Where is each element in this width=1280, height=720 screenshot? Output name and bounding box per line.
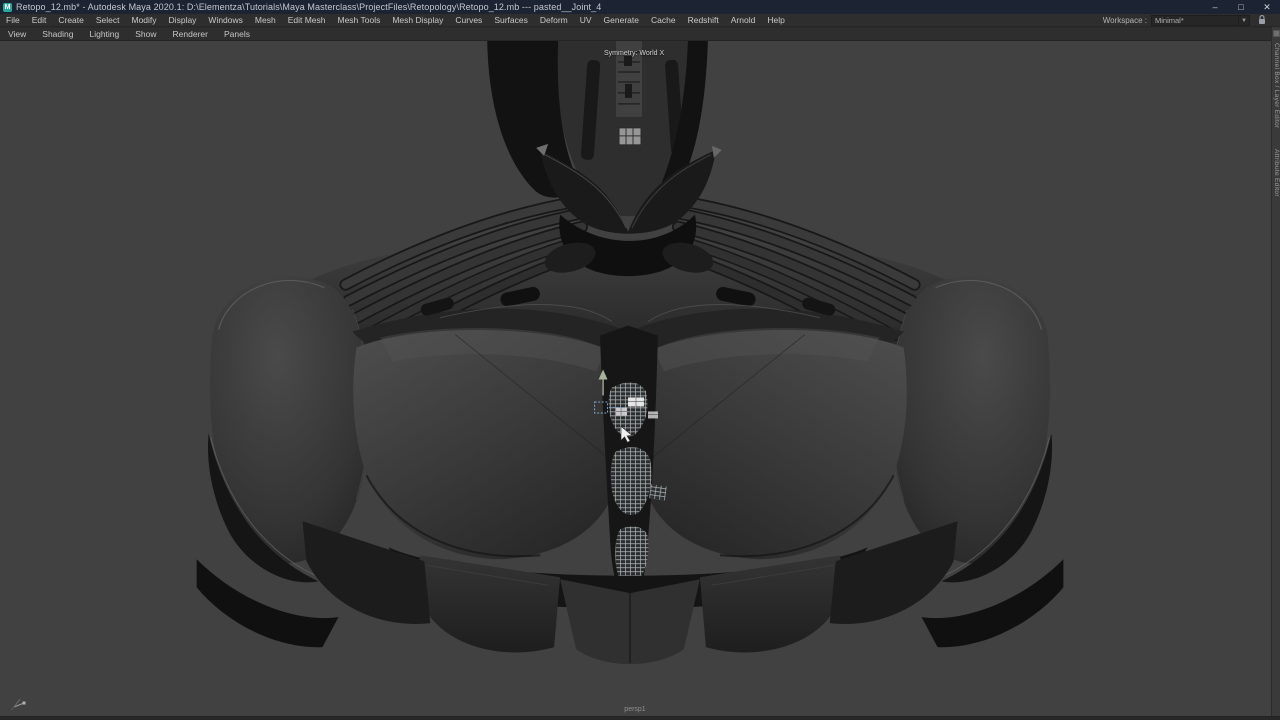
- workspace-controls: Workspace : Minimal* ▼: [1103, 15, 1280, 26]
- panel-menu-item[interactable]: Shading: [34, 29, 81, 39]
- menu-item[interactable]: Select: [90, 15, 126, 25]
- menu-item[interactable]: UV: [574, 15, 598, 25]
- panel-menu-items: ViewShadingLightingShowRendererPanels: [0, 29, 258, 39]
- menu-item[interactable]: Create: [52, 15, 90, 25]
- close-button[interactable]: ✕: [1254, 0, 1280, 14]
- menu-item[interactable]: Arnold: [725, 15, 762, 25]
- menu-item[interactable]: Modify: [126, 15, 163, 25]
- menu-item[interactable]: Mesh Display: [386, 15, 449, 25]
- panel-menu-item[interactable]: Lighting: [81, 29, 127, 39]
- menu-item[interactable]: Display: [163, 15, 203, 25]
- panel-menu-item[interactable]: Renderer: [165, 29, 216, 39]
- panel-menu-item[interactable]: View: [0, 29, 34, 39]
- view-axis-icon: [8, 693, 34, 713]
- lock-icon[interactable]: [1258, 15, 1266, 25]
- title-bar: M Retopo_12.mb* - Autodesk Maya 2020.1: …: [0, 0, 1280, 14]
- panel-menu-item[interactable]: Show: [127, 29, 164, 39]
- menu-item[interactable]: Deform: [534, 15, 574, 25]
- viewport-3d[interactable]: Symmetry: World X persp1: [0, 41, 1280, 716]
- workspace-label: Workspace :: [1103, 16, 1147, 25]
- workspace-dropdown[interactable]: Minimal*: [1151, 15, 1239, 26]
- panel-toggle-icon[interactable]: [1273, 30, 1280, 37]
- chevron-down-icon[interactable]: ▼: [1239, 15, 1250, 26]
- menu-item[interactable]: File: [0, 15, 26, 25]
- maya-app-icon: M: [3, 3, 12, 12]
- right-panel-strip: Channel Box / Layer Editor Attribute Edi…: [1271, 27, 1280, 716]
- maya-window: M Retopo_12.mb* - Autodesk Maya 2020.1: …: [0, 0, 1280, 720]
- tab-attribute-editor[interactable]: Attribute Editor: [1273, 149, 1280, 197]
- menu-item[interactable]: Cache: [645, 15, 682, 25]
- panel-menu-item[interactable]: Panels: [216, 29, 258, 39]
- menu-item[interactable]: Windows: [202, 15, 248, 25]
- tab-channel-box[interactable]: Channel Box / Layer Editor: [1273, 43, 1280, 128]
- main-menu-bar: FileEditCreateSelectModifyDisplayWindows…: [0, 14, 1280, 27]
- symmetry-indicator: Symmetry: World X: [604, 50, 664, 57]
- menu-items: FileEditCreateSelectModifyDisplayWindows…: [0, 15, 791, 25]
- menu-item[interactable]: Mesh: [249, 15, 282, 25]
- menu-item[interactable]: Surfaces: [488, 15, 534, 25]
- panel-menu-bar: ViewShadingLightingShowRendererPanels: [0, 28, 1280, 41]
- menu-item[interactable]: Help: [761, 15, 790, 25]
- maximize-button[interactable]: □: [1228, 0, 1254, 14]
- menu-item[interactable]: Generate: [598, 15, 645, 25]
- menu-item[interactable]: Curves: [449, 15, 488, 25]
- model-render: [0, 41, 1280, 716]
- menu-item[interactable]: Edit: [26, 15, 53, 25]
- menu-item[interactable]: Edit Mesh: [282, 15, 332, 25]
- window-controls: – □ ✕: [1202, 0, 1280, 14]
- camera-name-label: persp1: [0, 706, 1270, 713]
- menu-item[interactable]: Mesh Tools: [332, 15, 387, 25]
- bottom-border: [0, 716, 1280, 720]
- menu-item[interactable]: Redshift: [682, 15, 725, 25]
- window-title: Retopo_12.mb* - Autodesk Maya 2020.1: D:…: [16, 2, 601, 12]
- minimize-button[interactable]: –: [1202, 0, 1228, 14]
